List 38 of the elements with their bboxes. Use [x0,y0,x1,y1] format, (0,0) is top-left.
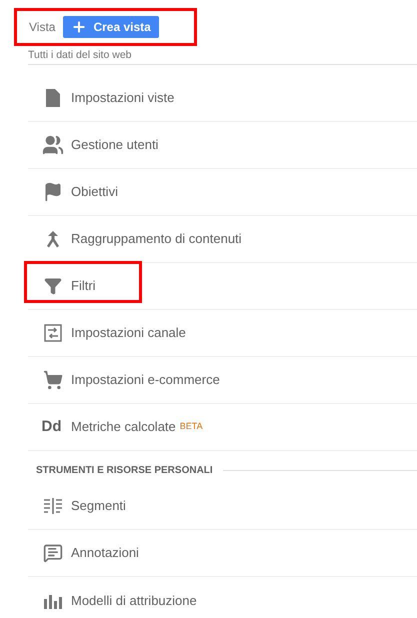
swap-icon [44,324,62,342]
menu-item[interactable]: Segmenti [28,483,417,530]
menu-item[interactable]: Impostazioni e-commerce [28,357,417,404]
document-icon [46,89,60,107]
beta-label: BETA [180,420,203,434]
dd-icon: Dd [42,416,64,438]
menu-item-label: Segmenti [71,497,126,516]
users-icon [42,134,64,156]
menu-item[interactable]: Raggruppamento di contenuti [28,216,417,263]
menu-item-label: Impostazioni e-commerce [71,371,220,390]
menu-item-label: Gestione utenti [71,136,158,154]
menu-item[interactable]: Impostazioni viste [28,75,417,122]
plus-icon [71,19,88,35]
menu-item[interactable]: Gestione utenti [28,122,417,169]
menu-item-label: Filtri [71,277,96,296]
menu-item[interactable]: Impostazioni canale [28,310,417,357]
menu-item[interactable]: Filtri [28,263,417,310]
comment-icon [42,543,62,563]
menu-item[interactable]: Modelli di attribuzione [28,577,417,618]
bar-chart-icon [44,592,62,608]
menu-item-label: Modelli di attribuzione [71,592,197,610]
menu-item[interactable]: Dd Metriche calcolate BETA [28,404,417,451]
section-heading: STRUMENTI E RISORSE PERSONALI [36,464,213,478]
create-view-button[interactable]: Crea vista [63,16,159,38]
flag-icon [42,182,62,202]
menu-item-label: Impostazioni canale [71,324,186,342]
menu-item[interactable]: Annotazioni [28,530,417,577]
menu-item-label: Raggruppamento di contenuti [71,230,242,248]
filter-icon [44,277,62,295]
menu-item-label: Annotazioni [71,544,139,562]
menu-item-label: Obiettivi [71,183,118,202]
menu-item[interactable]: Obiettivi [28,169,417,216]
menu-item-label: Metriche calcolate [71,418,176,436]
cart-icon [42,370,62,390]
segments-icon [42,498,62,514]
view-label: Vista [29,19,56,36]
view-subtitle: Tutti i dati del sito web [28,49,132,61]
menu-item-label: Impostazioni viste [71,89,174,108]
